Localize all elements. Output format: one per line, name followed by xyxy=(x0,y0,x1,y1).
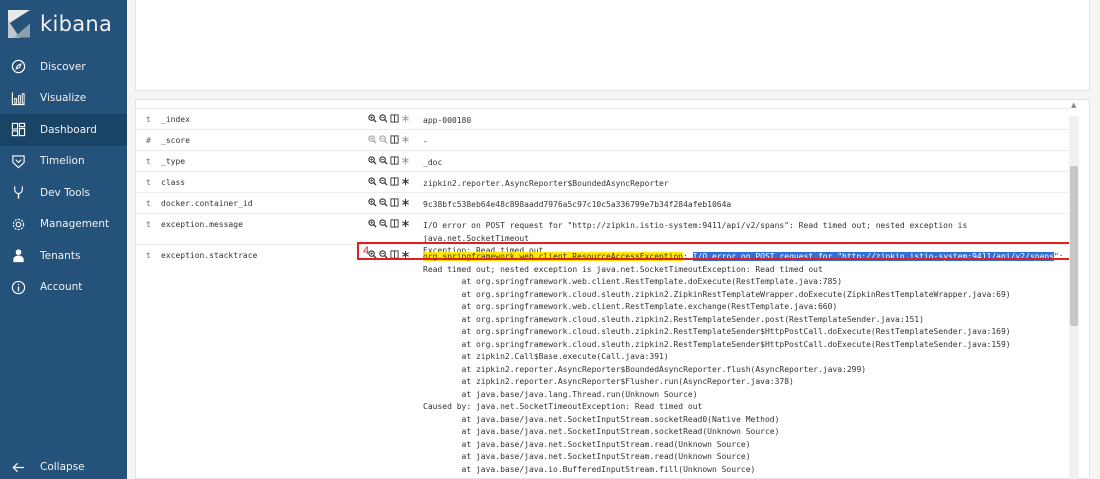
toggle-column-icon[interactable] xyxy=(390,134,399,144)
field-name: docker.container_id xyxy=(161,199,253,208)
sidebar-item-tenants[interactable]: Tenants xyxy=(0,240,127,272)
wrench-icon xyxy=(10,185,26,201)
field-type: t xyxy=(146,251,151,260)
brand[interactable]: kibana xyxy=(0,0,127,47)
row-actions xyxy=(368,176,410,186)
filter-exists-icon[interactable] xyxy=(401,134,410,144)
kibana-app: kibana Discover Visualize Dashboard Time… xyxy=(0,0,1100,479)
sidebar-item-label: Dashboard xyxy=(40,123,97,136)
annotation-number: 4 xyxy=(363,245,370,257)
sidebar-item-label: Tenants xyxy=(40,249,81,262)
chart-icon xyxy=(10,90,26,106)
field-value: - xyxy=(423,137,428,146)
vertical-scrollbar[interactable] xyxy=(1069,116,1079,479)
row-actions xyxy=(368,218,410,228)
table-row: t _type _doc xyxy=(136,150,1071,171)
field-type: t xyxy=(146,178,151,187)
field-name: _type xyxy=(161,157,186,166)
field-name: class xyxy=(161,178,186,187)
field-value: _doc xyxy=(423,158,443,167)
filter-for-icon[interactable] xyxy=(368,155,377,165)
filter-out-icon[interactable] xyxy=(379,134,388,144)
scroll-up-arrow-icon[interactable]: ▲ xyxy=(1071,101,1076,109)
table-row: t _index app-000180 xyxy=(136,108,1071,129)
collapse-button[interactable]: Collapse xyxy=(0,455,127,479)
filter-exists-icon[interactable] xyxy=(401,176,410,186)
toggle-column-icon[interactable] xyxy=(390,197,399,207)
brand-name: kibana xyxy=(40,11,113,36)
kibana-logo-icon xyxy=(8,9,30,38)
filter-out-icon[interactable] xyxy=(379,197,388,207)
table-row: # _score - xyxy=(136,129,1071,150)
filter-exists-icon[interactable] xyxy=(401,155,410,165)
user-icon xyxy=(10,248,26,264)
sidebar-item-management[interactable]: Management xyxy=(0,209,127,241)
field-type: t xyxy=(146,220,151,229)
row-actions xyxy=(368,197,410,207)
field-value: zipkin2.reporter.AsyncReporter$BoundedAs… xyxy=(423,179,669,188)
filter-exists-icon[interactable] xyxy=(401,113,410,123)
filter-for-icon[interactable] xyxy=(368,218,377,228)
row-actions xyxy=(368,113,410,123)
table-row: t exception.stacktrace org.springframewo… xyxy=(136,244,1071,479)
compass-icon xyxy=(10,59,26,75)
toggle-column-icon[interactable] xyxy=(390,113,399,123)
annotation-box xyxy=(357,242,1074,260)
stacktrace-rest: ad timed out; nested exception is java.n… xyxy=(423,264,1011,479)
field-name: exception.message xyxy=(161,220,243,229)
field-type: t xyxy=(146,157,151,166)
field-type: t xyxy=(146,199,151,208)
arrow-left-icon xyxy=(10,459,26,475)
field-name: exception.stacktrace xyxy=(161,251,258,260)
field-value: app-000180 xyxy=(423,116,472,125)
top-panel xyxy=(135,0,1090,91)
table-row: t class zipkin2.reporter.AsyncReporter$B… xyxy=(136,171,1071,192)
dashboard-icon xyxy=(10,122,26,138)
collapse-label: Collapse xyxy=(40,461,85,473)
filter-out-icon[interactable] xyxy=(379,155,388,165)
filter-exists-icon[interactable] xyxy=(401,197,410,207)
toggle-column-icon[interactable] xyxy=(390,155,399,165)
sidebar-item-visualize[interactable]: Visualize xyxy=(0,83,127,115)
field-name: _score xyxy=(161,136,190,145)
filter-for-icon[interactable] xyxy=(368,113,377,123)
shield-icon xyxy=(10,153,26,169)
document-table: t _index app-000180 # _score - t _type _… xyxy=(135,99,1090,479)
sidebar-item-dashboard[interactable]: Dashboard xyxy=(0,114,127,146)
info-icon xyxy=(10,279,26,295)
sidebar-item-discover[interactable]: Discover xyxy=(0,51,127,83)
field-type: t xyxy=(146,115,151,124)
row-actions xyxy=(368,155,410,165)
stacktrace-value: org.springframework.web.client.ResourceA… xyxy=(423,251,1068,479)
filter-exists-icon[interactable] xyxy=(401,218,410,228)
filter-for-icon[interactable] xyxy=(368,197,377,207)
sidebar-item-account[interactable]: Account xyxy=(0,272,127,304)
filter-out-icon[interactable] xyxy=(379,113,388,123)
sidebar-item-label: Dev Tools xyxy=(40,186,90,199)
sidebar-item-timelion[interactable]: Timelion xyxy=(0,146,127,178)
filter-for-icon[interactable] xyxy=(368,134,377,144)
table-row: t exception.message I/O error on POST re… xyxy=(136,213,1071,255)
sidebar-item-dev-tools[interactable]: Dev Tools xyxy=(0,177,127,209)
row-actions xyxy=(368,134,410,144)
sidebar-item-label: Discover xyxy=(40,60,86,73)
toggle-column-icon[interactable] xyxy=(390,218,399,228)
gear-icon xyxy=(10,216,26,232)
scrollbar-thumb[interactable] xyxy=(1070,166,1078,326)
sidebar-item-label: Visualize xyxy=(40,92,87,105)
field-name: _index xyxy=(161,115,190,124)
field-type: # xyxy=(146,136,151,145)
field-value: 9c38bfc538eb64e48c898aadd7976a5c97c10c5a… xyxy=(423,200,732,209)
sidebar-item-label: Management xyxy=(40,218,110,231)
toggle-column-icon[interactable] xyxy=(390,176,399,186)
sidebar-item-label: Timelion xyxy=(40,155,85,168)
filter-out-icon[interactable] xyxy=(379,218,388,228)
sidebar-nav: Discover Visualize Dashboard Timelion De… xyxy=(0,51,127,303)
sidebar: kibana Discover Visualize Dashboard Time… xyxy=(0,0,127,479)
main-content: ••• t _index app-000180 # _score xyxy=(127,0,1100,479)
table-row: t docker.container_id 9c38bfc538eb64e48c… xyxy=(136,192,1071,213)
sidebar-item-label: Account xyxy=(40,281,83,294)
filter-for-icon[interactable] xyxy=(368,176,377,186)
filter-out-icon[interactable] xyxy=(379,176,388,186)
